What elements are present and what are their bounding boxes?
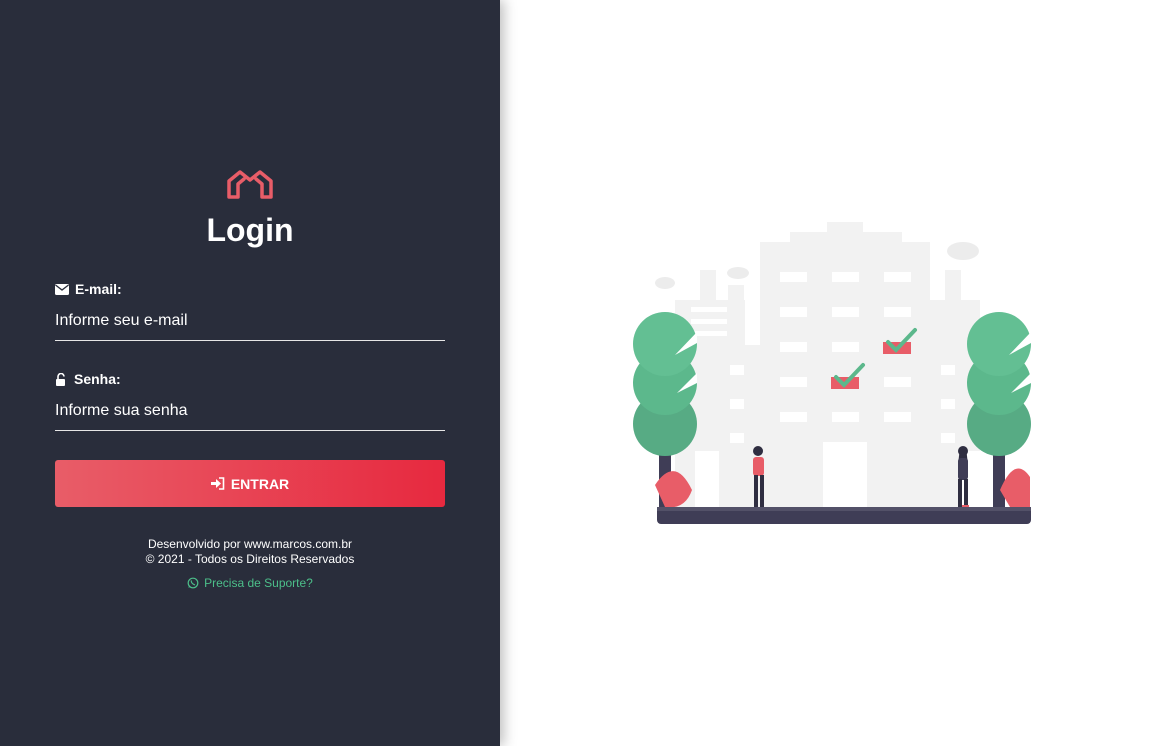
- house-logo-icon: [227, 170, 273, 199]
- login-submit-button[interactable]: ENTRAR: [55, 460, 445, 507]
- password-input[interactable]: [55, 391, 445, 431]
- city-illustration: [633, 222, 1031, 524]
- password-label-text: Senha:: [74, 371, 121, 387]
- sign-in-icon: [210, 477, 225, 490]
- left-tree: [633, 312, 697, 513]
- login-panel: Login E-mail: Senha: ENTRAR Desenvolv: [0, 0, 500, 746]
- whatsapp-icon: [187, 577, 199, 589]
- envelope-icon: [55, 283, 69, 295]
- copyright-text: © 2021 - Todos os Direitos Reservados: [145, 552, 355, 566]
- submit-label: ENTRAR: [230, 475, 290, 492]
- developer-credit: Desenvolvido por www.marcos.com.br: [147, 537, 353, 551]
- footer: Desenvolvido por www.marcos.com.br © 202…: [0, 537, 500, 567]
- page-title: Login: [206, 212, 294, 248]
- unlock-icon: [56, 372, 65, 386]
- support-label: Precisa de Suporte?: [204, 576, 313, 590]
- password-label: Senha:: [55, 371, 445, 387]
- email-input[interactable]: [55, 301, 445, 341]
- password-field-group: Senha:: [55, 371, 445, 431]
- email-label-text: E-mail:: [75, 281, 122, 297]
- email-field-group: E-mail:: [55, 281, 445, 341]
- support-link[interactable]: Precisa de Suporte?: [0, 576, 500, 590]
- email-label: E-mail:: [55, 281, 445, 297]
